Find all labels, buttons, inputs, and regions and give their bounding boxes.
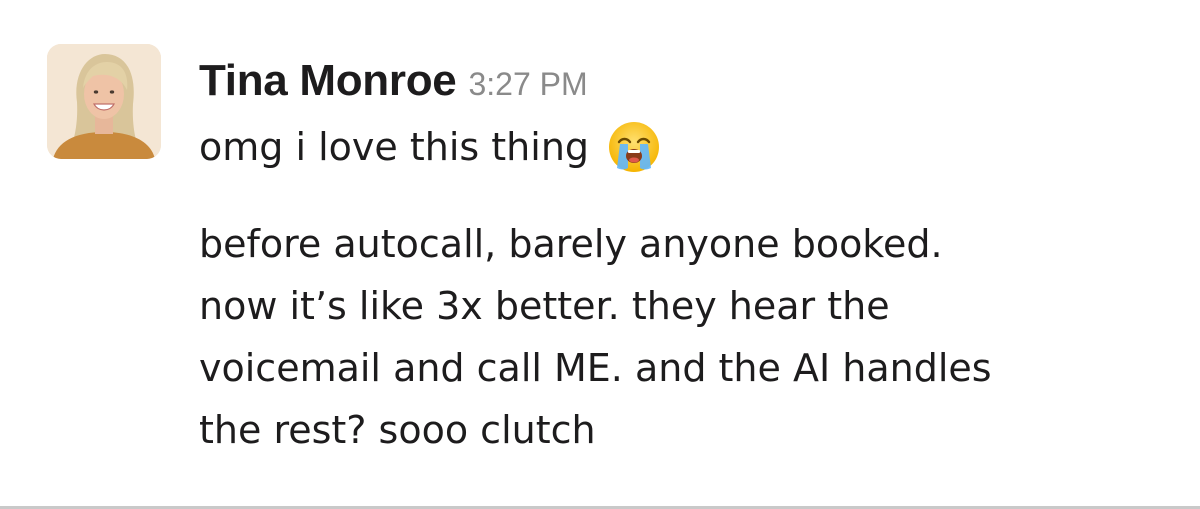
- message-header: Tina Monroe 3:27 PM: [199, 56, 1179, 108]
- message-first-line: omg i love this thing: [199, 116, 1179, 178]
- message-body: before autocall, barely anyone booked. n…: [199, 213, 1179, 461]
- avatar[interactable]: [47, 44, 161, 159]
- message-body-line: now it’s like 3x better. they hear the: [199, 284, 890, 328]
- chat-message-view: Tina Monroe 3:27 PM omg i love this thin…: [0, 0, 1200, 509]
- timestamp[interactable]: 3:27 PM: [468, 66, 587, 103]
- message-text: omg i love this thing: [199, 125, 590, 169]
- message-content: Tina Monroe 3:27 PM omg i love this thin…: [199, 56, 1179, 461]
- person-avatar-icon: [47, 44, 161, 159]
- sender-name[interactable]: Tina Monroe: [199, 56, 457, 106]
- message-body-line: voicemail and call ME. and the AI handle…: [199, 346, 992, 390]
- message-body-line: before autocall, barely anyone booked.: [199, 222, 943, 266]
- loudly-crying-face-icon: [607, 120, 661, 174]
- message-body-line: the rest? sooo clutch: [199, 408, 596, 452]
